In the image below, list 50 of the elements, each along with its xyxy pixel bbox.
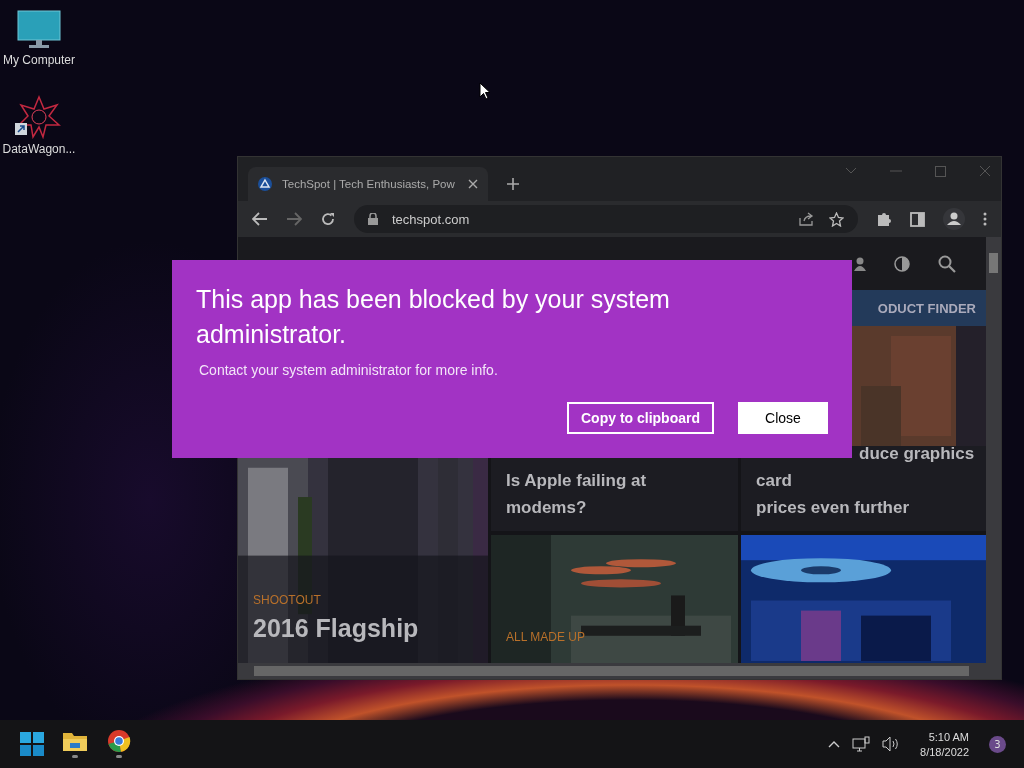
category-label: ALL MADE UP (506, 630, 586, 644)
folder-icon[interactable] (62, 730, 88, 758)
forward-icon[interactable] (286, 212, 302, 226)
dialog-title: This app has been blocked by your system administrator. (196, 284, 671, 350)
address-bar[interactable]: techspot.com (354, 205, 858, 233)
monitor-icon[interactable] (17, 10, 61, 50)
close-button[interactable]: Close (738, 402, 828, 434)
network-icon[interactable] (852, 736, 871, 752)
scrollbar[interactable] (238, 663, 1001, 679)
dialog-message: Contact your system administrator for more info. (198, 362, 499, 378)
user-icon[interactable] (854, 256, 866, 271)
search-icon[interactable] (938, 254, 956, 273)
lock-icon (368, 213, 378, 225)
starburst-icon[interactable] (15, 95, 63, 139)
clock-date[interactable]: 8/18/2022 (920, 745, 969, 758)
clock-time[interactable]: 5:10 AM (928, 730, 969, 743)
desktop-icon-label[interactable]: DataWagon... (2, 142, 76, 156)
headline[interactable]: Is Apple failing at (506, 467, 723, 494)
profile-icon[interactable] (943, 208, 965, 230)
nav-link[interactable]: ODUCT FINDER (877, 300, 976, 316)
contrast-icon[interactable] (894, 255, 910, 272)
star-icon[interactable] (829, 211, 844, 227)
headline[interactable]: prices even further (756, 494, 971, 521)
tab-title: TechSpot | Tech Enthusiasts, Pow (282, 178, 456, 190)
copy-button[interactable]: Copy to clipboard (567, 402, 714, 434)
browser-tab[interactable]: TechSpot | Tech Enthusiasts, Pow (248, 167, 488, 201)
browser-icon[interactable] (106, 730, 132, 758)
share-icon[interactable] (799, 212, 815, 226)
headline[interactable]: modems? (506, 494, 723, 521)
scrollbar[interactable] (986, 237, 1001, 663)
mouse-cursor-icon (479, 82, 491, 100)
headline[interactable]: 2016 Flagship (253, 611, 473, 645)
back-icon[interactable] (252, 212, 268, 226)
url-text: techspot.com (392, 211, 470, 227)
puzzle-icon[interactable] (876, 211, 892, 227)
notification-badge[interactable]: 3 (989, 735, 1006, 753)
side-panel-icon[interactable] (910, 211, 925, 227)
start-icon[interactable] (20, 732, 44, 756)
new-tab-icon[interactable] (506, 177, 520, 191)
desktop-icon-label[interactable]: My Computer (3, 53, 75, 67)
volume-icon[interactable] (882, 736, 901, 752)
headline[interactable]: card (756, 467, 971, 494)
close-icon[interactable] (468, 179, 478, 189)
menu-icon[interactable] (983, 212, 987, 226)
category-label: SHOOTOUT (253, 593, 322, 607)
chevron-up-icon[interactable] (828, 740, 841, 748)
scroll-thumb[interactable] (989, 253, 998, 273)
site-icon (258, 177, 272, 191)
scroll-thumb[interactable] (254, 666, 969, 676)
reload-icon[interactable] (320, 211, 336, 227)
